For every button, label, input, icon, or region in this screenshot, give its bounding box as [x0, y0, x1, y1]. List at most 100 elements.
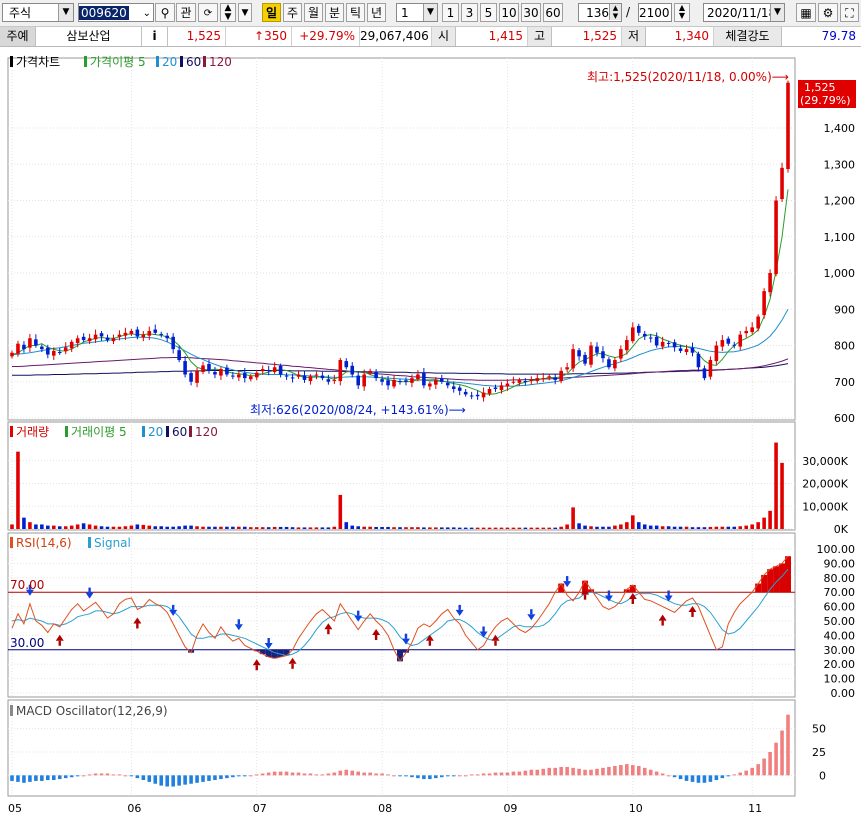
gwan-button[interactable]: 관 [176, 3, 196, 22]
total-count-field[interactable]: 2100 [638, 3, 672, 22]
volume-bar [93, 525, 98, 529]
rsi-overbought-fill [755, 583, 762, 593]
macd-bar [559, 766, 563, 776]
fullscreen-button[interactable]: ⛶ [840, 3, 859, 22]
count-stepper[interactable]: ▲ ▼ [674, 3, 690, 22]
macd-bar [75, 775, 80, 777]
stepper-icon[interactable]: ▲ ▼ [609, 4, 621, 20]
stock-code-input[interactable]: 009620 ⌄ [78, 3, 154, 22]
candle-body [768, 273, 772, 293]
period-button-3[interactable]: 월 [304, 3, 323, 22]
quick-count-button-1[interactable]: 1 [442, 3, 459, 22]
info-icon[interactable]: i [142, 27, 168, 46]
macd-bar [87, 774, 92, 776]
candle-body [147, 331, 152, 336]
rsi-tick-label: 30.00 [824, 644, 856, 657]
chevron-down-icon[interactable]: ▼ [423, 4, 437, 21]
last-rate-label: (29.79%) [800, 94, 851, 107]
last-price-label: 1,525 [804, 81, 836, 94]
search-icon: ⚲ [160, 6, 170, 20]
macd-bar [404, 775, 408, 777]
candle-body [93, 334, 98, 340]
volume-bar [457, 527, 462, 529]
candle-body [547, 376, 552, 378]
market-select[interactable]: 주식 ▼ [2, 3, 74, 22]
volume-bar [678, 526, 683, 529]
volume-bar [105, 526, 110, 529]
refresh-icon: ⟳ [203, 8, 213, 19]
candle-body [631, 327, 635, 342]
macd-bar [28, 775, 32, 782]
period-button-1[interactable]: 일 [262, 3, 281, 22]
volume-tick-label: 30,000K [802, 455, 848, 468]
price-tick-label: 800 [834, 340, 855, 353]
candle-body [374, 371, 378, 379]
volume-bar [684, 526, 689, 529]
quick-count-button-60[interactable]: 60 [543, 3, 563, 22]
macd-bar [356, 771, 361, 776]
volume-bar [451, 527, 456, 529]
volume-bar [290, 527, 295, 529]
search-button[interactable]: ⚲ [155, 3, 175, 22]
candle-body [75, 338, 80, 343]
macd-bar [260, 773, 265, 776]
macd-bar [756, 764, 760, 776]
current-price: 1,525 [168, 27, 226, 46]
stock-chart[interactable]: 6007008009001,0001,1001,2001,3001,400 가격… [0, 50, 861, 818]
volume-bar [589, 526, 593, 529]
macd-bar [278, 771, 283, 776]
period-button-2[interactable]: 주 [283, 3, 302, 22]
candle-body [666, 342, 671, 344]
macd-bar [51, 775, 56, 780]
quick-count-button-3[interactable]: 3 [461, 3, 478, 22]
volume-bar [648, 525, 653, 529]
macd-bar [619, 765, 623, 776]
candle-body [702, 368, 707, 379]
chevron-down-icon[interactable]: ⌄ [143, 4, 151, 23]
macd-bar [302, 773, 307, 776]
date-select[interactable]: 2020/11/18 ▼ [703, 3, 785, 22]
x-tick-label: 06 [127, 802, 141, 815]
price-panel[interactable] [7, 57, 796, 421]
candle-body [314, 374, 319, 376]
view-count-input[interactable]: 136 ▲ ▼ [578, 3, 622, 22]
period-button-6[interactable]: 년 [367, 3, 386, 22]
period-button-5[interactable]: 틱 [346, 3, 365, 22]
candle-body [678, 348, 683, 351]
candle-body [63, 347, 68, 352]
settings-button[interactable]: ⚙ [818, 3, 838, 22]
interval-select[interactable]: 1 ▼ [396, 3, 438, 22]
candle-body [380, 379, 384, 382]
candle-body [475, 394, 480, 397]
macd-title: MACD Oscillator(12,26,9) [16, 704, 168, 718]
volume-bar [296, 527, 301, 529]
calendar-icon: ▦ [800, 6, 812, 20]
rsi-oversold-fill [271, 649, 278, 659]
x-tick-label: 11 [748, 802, 762, 815]
volume-bar [547, 527, 552, 529]
candle-body [350, 365, 355, 375]
quick-count-button-5[interactable]: 5 [480, 3, 497, 22]
macd-bar [332, 772, 337, 776]
chevron-down-icon[interactable]: ▼ [58, 4, 73, 21]
candle-body [738, 334, 743, 347]
volume-bar [362, 526, 366, 529]
volume-bar [338, 494, 343, 529]
refresh-button[interactable]: ⟳ [198, 3, 218, 22]
volume-bar [374, 526, 378, 529]
up-down-stepper[interactable]: ▲ ▼ [220, 3, 236, 22]
candle-body [726, 338, 731, 344]
candle-body [51, 350, 56, 356]
rsi-panel[interactable] [7, 532, 796, 698]
quick-count-button-10[interactable]: 10 [499, 3, 519, 22]
low-label: 저 [622, 27, 646, 46]
candle-body [696, 353, 701, 368]
candle-body [171, 336, 175, 350]
calendar-button[interactable]: ▦ [796, 3, 816, 22]
quick-count-button-30[interactable]: 30 [521, 3, 541, 22]
volume-bar [10, 524, 14, 529]
legend-marker [203, 56, 206, 67]
dropdown-button[interactable]: ▼ [238, 3, 252, 22]
period-button-4[interactable]: 분 [325, 3, 344, 22]
chevron-down-icon[interactable]: ▼ [770, 4, 784, 21]
